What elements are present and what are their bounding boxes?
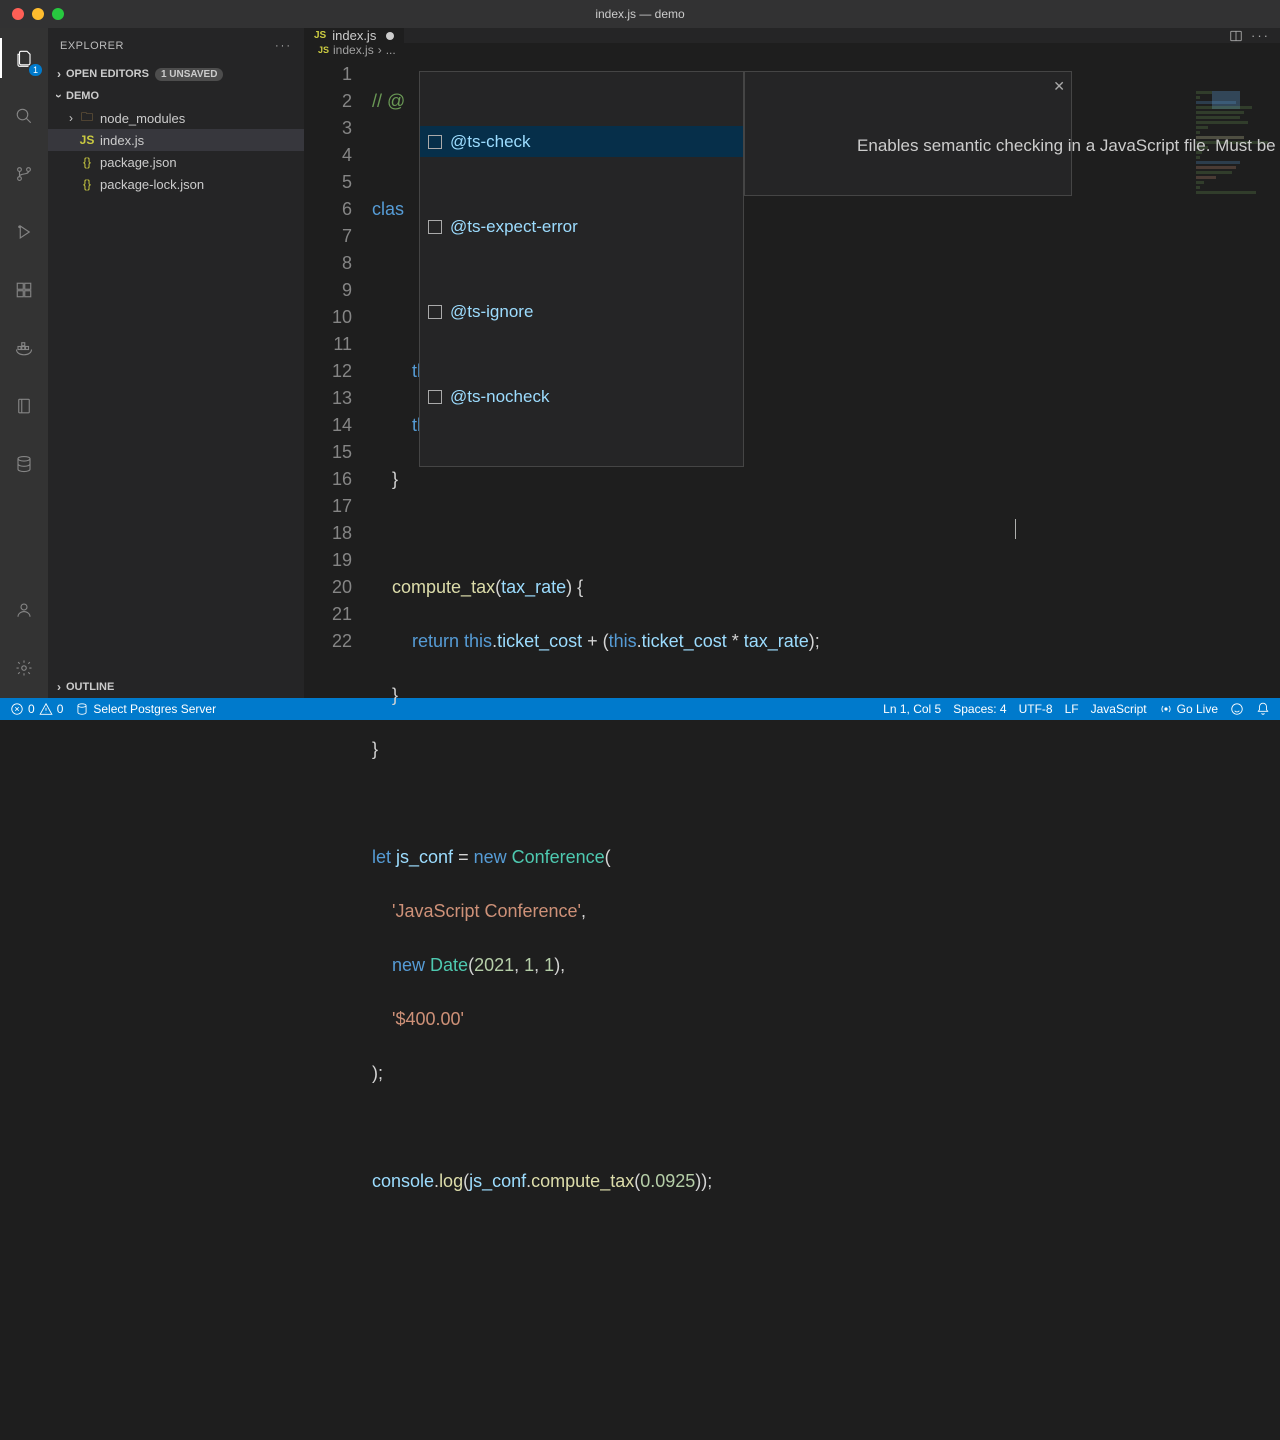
error-icon (10, 702, 24, 716)
outline-label: OUTLINE (66, 681, 114, 693)
accounts-activity[interactable] (0, 590, 48, 630)
line-gutter: 123 456 789 101112 131415 161718 192021 … (304, 57, 372, 1440)
gear-icon (15, 659, 33, 677)
account-icon (15, 601, 33, 619)
doc-text: Enables semantic checking in a JavaScrip… (857, 136, 1280, 155)
warning-icon (39, 702, 53, 716)
js-file-icon: JS (314, 30, 326, 41)
file-tree: › 🗀 node_modules JS index.js {} package.… (48, 105, 304, 197)
code-content[interactable]: // @ clas this.date = date; this.ticket_… (372, 57, 1280, 1440)
search-icon (15, 107, 33, 125)
sidebar-header: EXPLORER ··· (48, 28, 304, 63)
source-control-activity[interactable] (0, 154, 48, 194)
database-activity[interactable] (0, 444, 48, 484)
tab-indexjs[interactable]: JS index.js (304, 28, 405, 43)
snippet-icon (428, 305, 442, 319)
outline-section[interactable]: › OUTLINE (48, 678, 304, 696)
window-controls (0, 8, 64, 20)
chevron-right-icon: › (52, 67, 66, 81)
dirty-indicator-icon (386, 32, 394, 40)
editor-tabs: JS index.js ··· (304, 28, 1280, 43)
sidebar-title: EXPLORER (60, 40, 124, 52)
js-file-icon: JS (78, 133, 96, 147)
text-cursor (1015, 519, 1016, 539)
json-file-icon: {} (78, 155, 96, 169)
json-file-icon: {} (78, 177, 96, 191)
search-activity[interactable] (0, 96, 48, 136)
open-editors-section[interactable]: › OPEN EDITORS 1 UNSAVED (48, 65, 304, 83)
project-label: DEMO (66, 90, 99, 102)
breadcrumb-separator: › (378, 43, 382, 57)
close-window-button[interactable] (12, 8, 24, 20)
tree-item-label: package-lock.json (100, 177, 204, 192)
database-icon (15, 455, 33, 473)
tree-item-label: index.js (100, 133, 144, 148)
database-icon (75, 702, 89, 716)
suggest-item[interactable]: @ts-expect-error (420, 211, 743, 242)
folder-icon: 🗀 (78, 108, 96, 129)
explorer-sidebar: EXPLORER ··· › OPEN EDITORS 1 UNSAVED › … (48, 28, 304, 698)
debug-activity[interactable] (0, 212, 48, 252)
tree-file-packagejson[interactable]: {} package.json (48, 151, 304, 173)
notebook-icon (15, 397, 33, 415)
close-icon[interactable]: ✕ (1053, 76, 1065, 98)
more-icon[interactable]: ··· (275, 40, 292, 52)
breadcrumb-more: ... (386, 43, 396, 57)
suggest-item[interactable]: @ts-nocheck (420, 381, 743, 412)
activity-bar: 1 (0, 28, 48, 698)
notes-activity[interactable] (0, 386, 48, 426)
snippet-icon (428, 220, 442, 234)
window-title: index.js — demo (595, 7, 684, 21)
chevron-down-icon: › (52, 89, 66, 103)
explorer-badge: 1 (29, 64, 42, 76)
snippet-icon (428, 135, 442, 149)
chevron-right-icon: › (52, 680, 66, 694)
chevron-right-icon: › (64, 111, 78, 125)
js-file-icon: JS (318, 45, 329, 55)
settings-activity[interactable] (0, 648, 48, 688)
suggest-item[interactable]: @ts-check (420, 126, 743, 157)
split-editor-icon[interactable] (1229, 29, 1243, 43)
suggest-item[interactable]: @ts-ignore (420, 296, 743, 327)
problems-status[interactable]: 0 0 (10, 702, 63, 716)
minimize-window-button[interactable] (32, 8, 44, 20)
breadcrumb[interactable]: JS index.js › ... (304, 43, 1280, 57)
tree-folder-node-modules[interactable]: › 🗀 node_modules (48, 107, 304, 129)
tree-item-label: package.json (100, 155, 177, 170)
intellisense-suggest[interactable]: @ts-check @ts-expect-error @ts-ignore @t… (419, 71, 744, 467)
tree-file-packagelock[interactable]: {} package-lock.json (48, 173, 304, 195)
minimap[interactable] (1190, 85, 1280, 698)
extensions-icon (15, 281, 33, 299)
postgres-status[interactable]: Select Postgres Server (75, 702, 216, 716)
tree-file-indexjs[interactable]: JS index.js (48, 129, 304, 151)
tree-item-label: node_modules (100, 111, 185, 126)
extensions-activity[interactable] (0, 270, 48, 310)
unsaved-badge: 1 UNSAVED (155, 68, 224, 81)
editor-area: JS index.js ··· JS index.js › ... 123 45… (304, 28, 1280, 698)
code-editor[interactable]: 123 456 789 101112 131415 161718 192021 … (304, 57, 1280, 1440)
branch-icon (15, 165, 33, 183)
docker-icon (15, 339, 33, 357)
debug-icon (15, 223, 33, 241)
more-icon[interactable]: ··· (1251, 28, 1270, 43)
explorer-activity[interactable]: 1 (0, 38, 48, 78)
breadcrumb-file: index.js (333, 43, 374, 57)
maximize-window-button[interactable] (52, 8, 64, 20)
project-section[interactable]: › DEMO (48, 87, 304, 105)
docker-activity[interactable] (0, 328, 48, 368)
open-editors-label: OPEN EDITORS (66, 68, 149, 80)
titlebar: index.js — demo (0, 0, 1280, 28)
snippet-icon (428, 390, 442, 404)
tab-label: index.js (332, 28, 376, 43)
intellisense-doc: ✕ Enables semantic checking in a JavaScr… (744, 71, 1072, 196)
